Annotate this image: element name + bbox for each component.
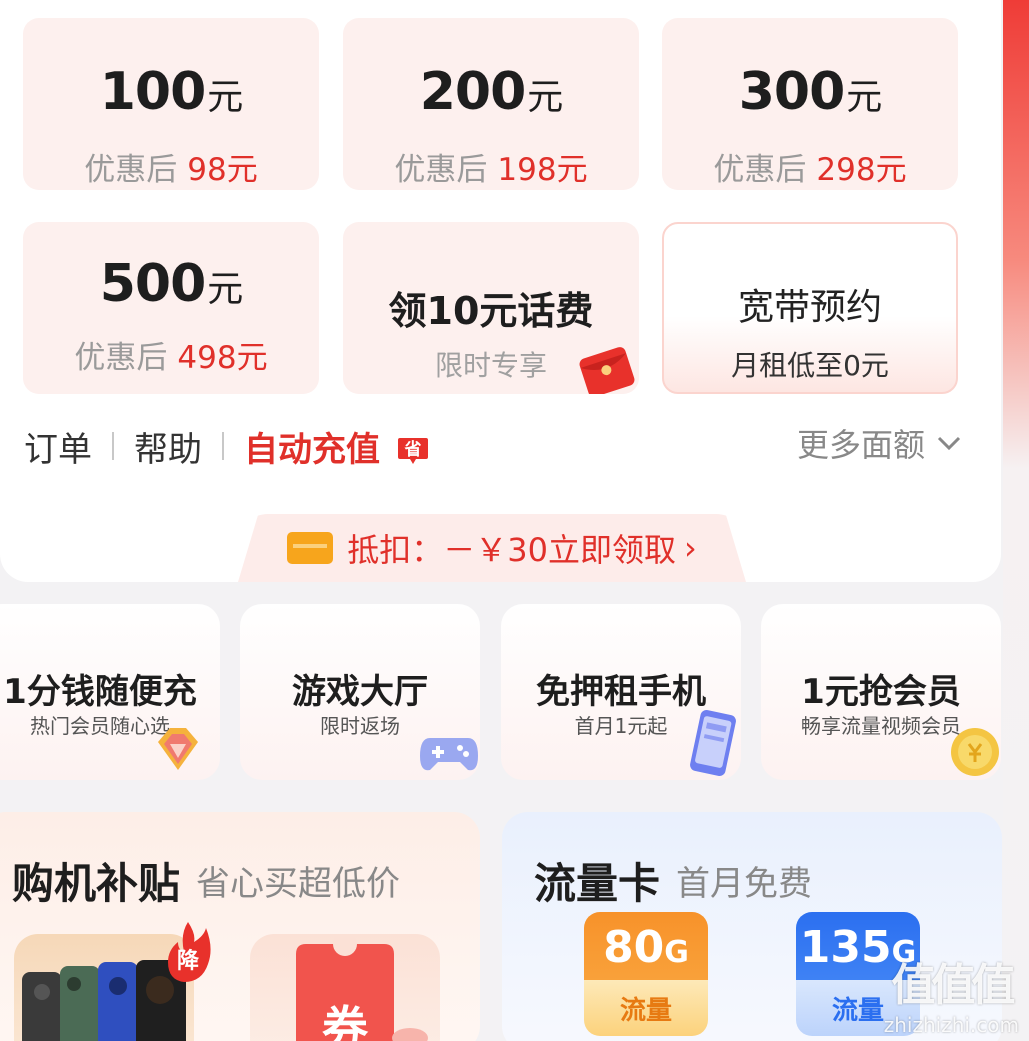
tile-after-price: 98元 <box>187 152 258 188</box>
promo-subtitle: 首月免费 <box>676 864 812 904</box>
bill-coupon-tile[interactable]: 领10元话费 限时专享 <box>343 222 639 394</box>
feature-title: 游戏大厅 <box>292 672 428 712</box>
promo-title: 购机补贴 <box>12 859 181 908</box>
site-watermark: 值值值 zhizhizhi.com <box>884 949 1019 1037</box>
card-icon <box>287 532 334 564</box>
tile-after-price: 198元 <box>497 152 588 188</box>
tile-unit: 元 <box>207 269 243 310</box>
tile-amount: 300 <box>738 62 846 122</box>
recharge-tile-100[interactable]: 100元 优惠后 98元 <box>23 18 319 190</box>
deduction-coupon-bar[interactable]: 抵扣：－￥30立即领取 › <box>238 514 746 582</box>
deduction-text: 抵扣：－￥30立即领取 <box>347 531 676 569</box>
link-divider <box>112 432 114 460</box>
coupon-char: 券 <box>322 1001 369 1041</box>
right-edge-strip <box>1003 0 1029 1041</box>
tile-after-label: 优惠后 <box>84 152 178 188</box>
promo-title: 流量卡 <box>534 859 661 908</box>
price-drop-text: 降 <box>177 949 200 974</box>
tile-amount: 200 <box>419 62 527 122</box>
bill-coupon-title: 领10元话费 <box>388 289 594 333</box>
feature-card-1fen[interactable]: 1分钱随便充 热门会员随心选 <box>0 604 220 780</box>
gem-icon <box>158 728 198 770</box>
coupon-illustration: 券 <box>296 934 428 1041</box>
broadband-subtitle: 月租低至0元 <box>731 349 889 382</box>
data-card-80g[interactable]: 80G 流量 <box>584 912 708 1036</box>
save-badge-icon: 省 <box>397 438 428 464</box>
recharge-tile-200[interactable]: 200元 优惠后 198元 <box>343 18 639 190</box>
gamepad-icon <box>420 738 478 771</box>
feature-card-1yuan-member[interactable]: 1元抢会员 畅享流量视频会员 <box>761 604 1001 780</box>
red-packet-icon <box>579 347 635 394</box>
promo-subtitle: 省心买超低价 <box>196 864 400 904</box>
tile-unit: 元 <box>207 77 243 118</box>
feature-card-game-hall[interactable]: 游戏大厅 限时返场 <box>240 604 480 780</box>
chevron-right-icon: › <box>683 529 697 567</box>
phone-icon <box>690 710 736 776</box>
help-link[interactable]: 帮助 <box>134 422 202 471</box>
coupon-image[interactable]: 券 <box>250 934 440 1041</box>
more-amounts-label: 更多面额 <box>796 426 925 464</box>
broadband-title: 宽带预约 <box>737 287 882 328</box>
tile-after-price: 498元 <box>177 340 268 376</box>
auto-recharge-label: 自动充值 <box>244 429 380 470</box>
feature-title: 免押租手机 <box>536 672 706 712</box>
feature-title: 1分钱随便充 <box>3 672 197 712</box>
tile-after-price: 298元 <box>816 152 907 188</box>
data-amount: 135 <box>799 922 892 973</box>
tile-after-label: 优惠后 <box>74 340 168 376</box>
recharge-tile-300[interactable]: 300元 优惠后 298元 <box>662 18 958 190</box>
link-divider <box>222 432 224 460</box>
quick-links: 订单 帮助 自动充值 省 <box>24 422 430 471</box>
data-label: 流量 <box>619 996 672 1026</box>
broadband-booking-tile[interactable]: 宽带预约 月租低至0元 <box>662 222 958 394</box>
recharge-tile-500[interactable]: 500元 优惠后 498元 <box>23 222 319 394</box>
feature-title: 1元抢会员 <box>801 672 961 712</box>
price-drop-badge-icon: 降 <box>168 922 211 982</box>
data-unit: G <box>664 935 689 970</box>
phone-subsidy-card[interactable]: 购机补贴 省心买超低价 降 券 <box>0 812 480 1041</box>
data-amount: 80 <box>603 922 665 973</box>
tile-amount: 500 <box>99 254 207 314</box>
recharge-panel: 100元 优惠后 98元 200元 优惠后 198元 300元 优惠后 298元 50… <box>0 0 1001 582</box>
tile-after-label: 优惠后 <box>394 152 488 188</box>
more-amounts-button[interactable]: 更多面额 <box>797 420 961 466</box>
tile-amount: 100 <box>99 62 207 122</box>
orders-link[interactable]: 订单 <box>24 422 92 471</box>
tile-after-label: 优惠后 <box>713 152 807 188</box>
tile-unit: 元 <box>527 77 563 118</box>
tile-unit: 元 <box>846 77 882 118</box>
watermark-url: zhizhizhi.com <box>883 1013 1019 1037</box>
chevron-down-icon <box>937 436 961 451</box>
watermark-logo: 值值值 <box>891 960 1015 1011</box>
coin-icon <box>951 728 999 776</box>
save-badge-text: 省 <box>403 439 421 460</box>
auto-recharge-link[interactable]: 自动充值 省 <box>244 422 430 471</box>
feature-card-rent-phone[interactable]: 免押租手机 首月1元起 <box>501 604 741 780</box>
